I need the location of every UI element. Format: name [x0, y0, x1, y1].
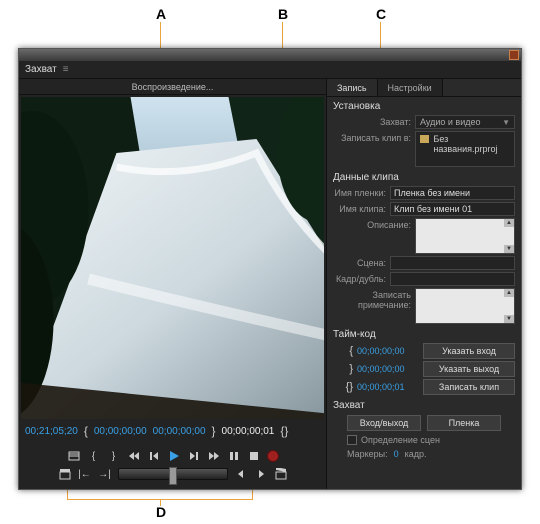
scroll-down-icon-2[interactable]: ▼	[504, 315, 514, 323]
markers-label: Маркеры:	[347, 449, 388, 459]
next-scene-icon[interactable]	[254, 467, 268, 481]
rewind-icon[interactable]	[127, 449, 141, 463]
description-textarea[interactable]: ▲ ▼	[415, 218, 515, 254]
close-icon[interactable]	[509, 50, 519, 60]
callout-a: A	[156, 6, 166, 22]
out-brace-icon: }	[333, 363, 353, 375]
stop-icon[interactable]	[247, 449, 261, 463]
preview-pane: Воспроизведение...	[19, 79, 327, 489]
scene-label: Сцена:	[333, 256, 386, 268]
panel-title: Захват	[25, 64, 57, 75]
desc-label: Описание:	[333, 218, 411, 230]
clipdata-heading: Данные клипа	[327, 168, 521, 185]
callout-bracket-d	[67, 490, 253, 500]
timecode-heading: Тайм-код	[327, 325, 521, 342]
capture-heading: Захват	[327, 396, 521, 413]
capture-window: Захват ≡ Воспроизведение...	[18, 48, 522, 490]
project-bin[interactable]: Без названия.prproj	[415, 131, 515, 167]
capture-dropdown[interactable]: Аудио и видео ▼	[415, 115, 515, 129]
scroll-down-icon[interactable]: ▼	[504, 245, 514, 253]
device-timecode[interactable]: 00;21;05;20	[25, 426, 78, 437]
jog-shuttle[interactable]	[118, 468, 228, 480]
step-back-icon[interactable]	[147, 449, 161, 463]
tape-button[interactable]: Пленка	[427, 415, 501, 431]
play-icon[interactable]	[167, 449, 181, 463]
in-brace-icon: {	[333, 345, 353, 357]
ffwd-icon[interactable]	[207, 449, 221, 463]
transport-controls: { } |← →|	[19, 441, 326, 489]
callout-b: B	[278, 6, 288, 22]
logto-label: Записать клип в:	[333, 131, 411, 143]
scroll-up-icon-2[interactable]: ▲	[504, 289, 514, 297]
capture-label: Захват:	[333, 115, 411, 127]
set-in-button[interactable]: Указать вход	[423, 343, 515, 359]
set-in-icon[interactable]: {	[87, 449, 101, 463]
prev-scene-icon[interactable]	[234, 467, 248, 481]
out-point-value[interactable]: 00;00;00;00	[357, 364, 419, 374]
callout-line-d	[160, 500, 161, 506]
panel-menu-icon[interactable]: ≡	[63, 64, 69, 75]
scene-detect-icon[interactable]	[67, 449, 81, 463]
capture-value: Аудио и видео	[420, 117, 481, 127]
project-name: Без названия.prproj	[433, 134, 510, 154]
goto-out-icon[interactable]: →|	[98, 467, 112, 481]
lognote-textarea[interactable]: ▲ ▼	[415, 288, 515, 324]
dur-brace-icon: {}	[333, 381, 353, 393]
in-timecode[interactable]: 00;00;00;00	[94, 426, 147, 437]
duration-timecode[interactable]: 00;00;00;01	[222, 426, 275, 437]
tab-record[interactable]: Запись	[327, 79, 378, 96]
set-out-button[interactable]: Указать выход	[423, 361, 515, 377]
step-fwd-icon[interactable]	[187, 449, 201, 463]
settings-pane: Запись Настройки Установка Захват: Аудио…	[327, 79, 521, 489]
scene-detect-checkbox[interactable]	[347, 435, 357, 445]
brace-dur-icon: {}	[280, 424, 288, 438]
lognote-label: Записать примечание:	[333, 288, 411, 310]
duration-value[interactable]: 00;00;00;01	[357, 382, 419, 392]
callout-d: D	[156, 504, 166, 520]
titlebar[interactable]	[19, 49, 521, 61]
brace-in-icon: {	[84, 424, 88, 438]
goto-in-icon[interactable]: |←	[78, 467, 92, 481]
shot-input[interactable]	[390, 272, 515, 286]
set-out-icon[interactable]: }	[107, 449, 121, 463]
folder-icon	[420, 135, 429, 143]
markers-count[interactable]: 0	[394, 449, 399, 459]
clip-label: Имя клипа:	[333, 202, 386, 214]
status-text: Воспроизведение...	[19, 79, 326, 95]
scene-input[interactable]	[390, 256, 515, 270]
scene-detect-label: Определение сцен	[361, 435, 440, 445]
slate-icon[interactable]	[58, 467, 72, 481]
chevron-down-icon: ▼	[502, 118, 510, 127]
main-area: Воспроизведение...	[19, 79, 521, 489]
setup-heading: Установка	[327, 97, 521, 114]
tape-label: Имя пленки:	[333, 186, 386, 198]
timecode-row: 00;21;05;20 { 00;00;00;00 00;00;00;00 } …	[19, 421, 326, 441]
markers-unit: кадр.	[405, 449, 427, 459]
video-preview[interactable]	[21, 97, 324, 419]
slate2-icon[interactable]	[274, 467, 288, 481]
shot-label: Кадр/дубль:	[333, 272, 386, 284]
out-timecode[interactable]: 00;00;00;00	[153, 426, 206, 437]
right-tabs: Запись Настройки	[327, 79, 521, 97]
record-icon[interactable]	[267, 450, 279, 462]
callout-c: C	[376, 6, 386, 22]
in-point-value[interactable]: 00;00;00;00	[357, 346, 419, 356]
inout-button[interactable]: Вход/выход	[347, 415, 421, 431]
scroll-up-icon[interactable]: ▲	[504, 219, 514, 227]
clip-name-input[interactable]	[390, 202, 515, 216]
panel-tab[interactable]: Захват ≡	[19, 61, 521, 79]
pause-icon[interactable]	[227, 449, 241, 463]
brace-out-icon: }	[212, 424, 216, 438]
tape-name-input[interactable]	[390, 186, 515, 200]
log-clip-button[interactable]: Записать клип	[423, 379, 515, 395]
preview-image	[21, 97, 324, 419]
tab-settings[interactable]: Настройки	[378, 79, 443, 96]
